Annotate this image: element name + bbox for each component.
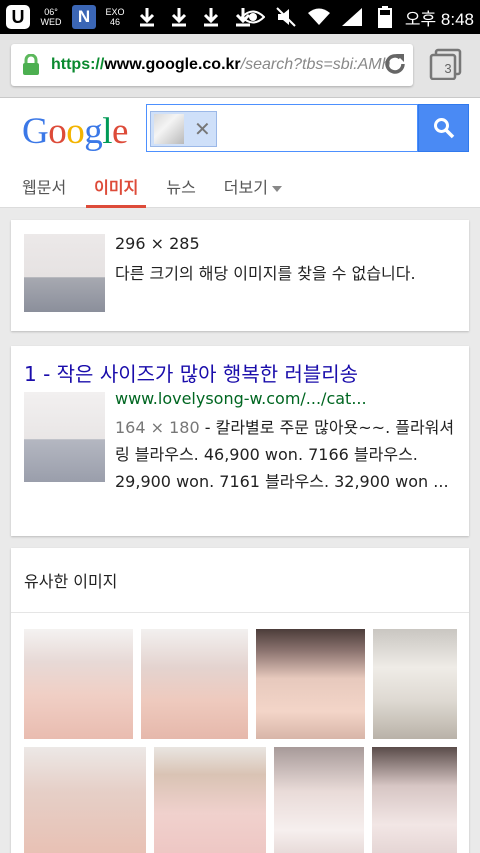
- image-dimensions: 296 × 285: [115, 234, 200, 253]
- logo-letter: o: [66, 111, 85, 152]
- u-app-icon: U: [6, 5, 30, 29]
- tab-web[interactable]: 웹문서: [22, 160, 66, 208]
- url-text: https://www.google.co.kr/search?tbs=sbi:…: [51, 56, 391, 74]
- logo-letter: e: [112, 111, 128, 152]
- logo-letter: l: [102, 111, 113, 152]
- search-input[interactable]: ✕: [146, 104, 418, 152]
- exo-label: EXO: [105, 7, 125, 17]
- tab-images[interactable]: 이미지: [86, 160, 147, 208]
- eye-icon: [240, 4, 266, 30]
- logo-letter: g: [84, 111, 103, 152]
- similar-image[interactable]: [274, 747, 364, 853]
- divider: [11, 612, 469, 613]
- search-tabs: 웹문서 이미지 뉴스 더보기: [0, 160, 288, 208]
- browser-toolbar: https://www.google.co.kr/search?tbs=sbi:…: [0, 34, 480, 98]
- result-image-size: 164 × 180: [115, 418, 200, 437]
- tab-label: 더보기: [223, 178, 268, 197]
- signal-icon: [339, 4, 365, 30]
- exo-number: 46: [109, 17, 120, 27]
- similar-image[interactable]: [24, 747, 146, 853]
- similar-image[interactable]: [141, 629, 248, 739]
- chevron-down-icon: [271, 185, 282, 192]
- wifi-icon: [306, 4, 332, 30]
- google-logo[interactable]: Google: [22, 110, 128, 153]
- query-image[interactable]: [24, 234, 105, 312]
- battery-icon: [372, 4, 398, 30]
- download-icon: [166, 4, 192, 30]
- download-icon: [198, 4, 224, 30]
- similar-image[interactable]: [154, 747, 266, 853]
- similar-image[interactable]: [256, 629, 365, 739]
- search-image-chip[interactable]: ✕: [150, 111, 217, 147]
- search-button[interactable]: [418, 104, 469, 152]
- result-snippet: 164 × 180 - 칼라별로 주문 많아욧~~. 플라워셔링 블라우스. 4…: [115, 414, 463, 495]
- result-title-link[interactable]: 1 - 작은 사이즈가 많아 행복한 러블리송: [24, 358, 358, 387]
- logo-letter: o: [48, 111, 67, 152]
- url-path: /search?tbs=sbi:AMh: [240, 56, 391, 73]
- similar-image[interactable]: [373, 629, 457, 739]
- url-scheme: https://: [51, 56, 105, 73]
- tab-label: 뉴스: [166, 178, 196, 197]
- similar-image[interactable]: [24, 629, 133, 739]
- status-bar: U 06° WED N EXO 46 오후 8:48: [0, 0, 480, 34]
- clock: 오후 8:48: [404, 9, 474, 29]
- query-info-card: 296 × 285 다른 크기의 해당 이미지를 찾을 수 없습니다.: [11, 220, 469, 331]
- weather-temp: 06°: [44, 7, 58, 17]
- reload-icon[interactable]: [377, 46, 413, 82]
- exo-icon: EXO 46: [102, 4, 128, 30]
- lock-icon: [11, 54, 51, 76]
- search-result-card: 1 - 작은 사이즈가 많아 행복한 러블리송 www.lovelysong-w…: [11, 346, 469, 536]
- weather-day: WED: [40, 17, 62, 27]
- close-icon[interactable]: ✕: [194, 117, 211, 142]
- tab-count: 3: [444, 61, 452, 76]
- search-icon: [433, 118, 454, 139]
- logo-letter: G: [22, 111, 49, 152]
- similar-image[interactable]: [372, 747, 457, 853]
- result-url[interactable]: www.lovelysong-w.com/.../cat...: [115, 389, 367, 408]
- similar-images-card: 유사한 이미지: [11, 548, 469, 853]
- mute-icon: [273, 4, 299, 30]
- url-host: www.google.co.kr: [104, 56, 241, 73]
- weather-icon: 06° WED: [36, 4, 66, 30]
- google-header: Google ✕ 웹문서 이미지 뉴스 더보기: [0, 98, 480, 208]
- tab-news[interactable]: 뉴스: [166, 160, 195, 208]
- no-other-sizes-message: 다른 크기의 해당 이미지를 찾을 수 없습니다.: [115, 264, 416, 283]
- result-thumbnail[interactable]: [24, 392, 105, 482]
- similar-images-title: 유사한 이미지: [24, 572, 118, 591]
- n-app-icon: N: [72, 5, 96, 29]
- tab-label: 이미지: [94, 178, 139, 197]
- tab-label: 웹문서: [22, 178, 67, 197]
- query-image-thumbnail: [154, 114, 184, 144]
- tab-more[interactable]: 더보기: [224, 160, 282, 208]
- address-bar[interactable]: https://www.google.co.kr/search?tbs=sbi:…: [11, 44, 413, 86]
- tab-switcher-button[interactable]: 3: [428, 48, 468, 84]
- download-icon: [134, 4, 160, 30]
